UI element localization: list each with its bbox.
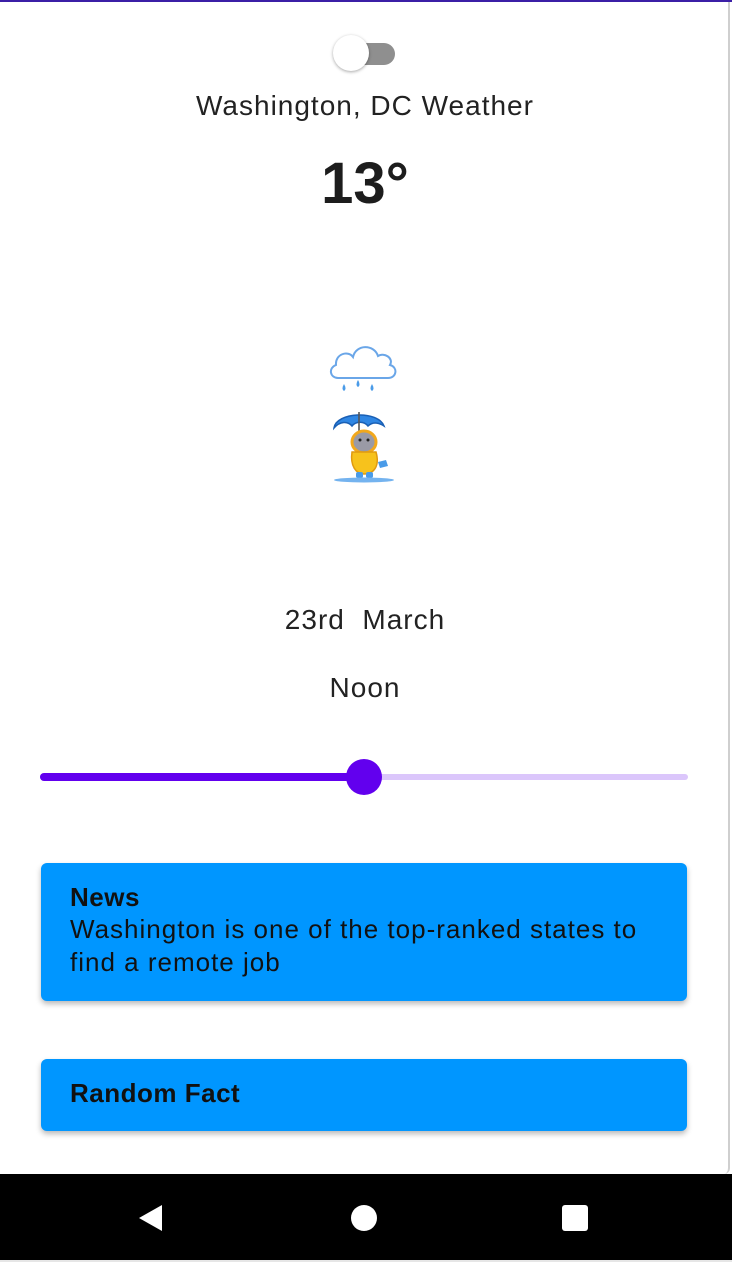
back-triangle-icon[interactable] bbox=[136, 1202, 168, 1234]
news-card-body: Washington is one of the top-ranked stat… bbox=[70, 914, 638, 977]
theme-toggle[interactable] bbox=[333, 34, 395, 72]
home-circle-icon[interactable] bbox=[348, 1202, 380, 1234]
random-fact-card-title: Random Fact bbox=[70, 1078, 241, 1108]
toggle-thumb[interactable] bbox=[333, 35, 369, 71]
slider-track-active[interactable] bbox=[40, 773, 364, 781]
temperature-value: 13° bbox=[321, 151, 409, 216]
app-content: Washington, DC Weather 13° 23rd March No… bbox=[0, 2, 730, 1174]
date-label: 23rd March bbox=[284, 604, 446, 635]
system-navigation-bar bbox=[0, 1174, 732, 1260]
screen: Washington, DC Weather 13° 23rd March No… bbox=[0, 0, 732, 1262]
time-slider[interactable] bbox=[40, 758, 688, 798]
city-weather-title: Washington, DC Weather bbox=[196, 90, 534, 121]
time-of-day-label: Noon bbox=[329, 672, 401, 703]
slider-thumb[interactable] bbox=[346, 759, 382, 795]
recents-square-icon[interactable] bbox=[559, 1202, 591, 1234]
news-card-title: News bbox=[70, 882, 140, 912]
rain-cloud-umbrella-cat-icon bbox=[330, 346, 397, 483]
news-card[interactable]: News Washington is one of the top-ranked… bbox=[41, 863, 687, 1001]
random-fact-card[interactable]: Random Fact bbox=[41, 1059, 687, 1131]
